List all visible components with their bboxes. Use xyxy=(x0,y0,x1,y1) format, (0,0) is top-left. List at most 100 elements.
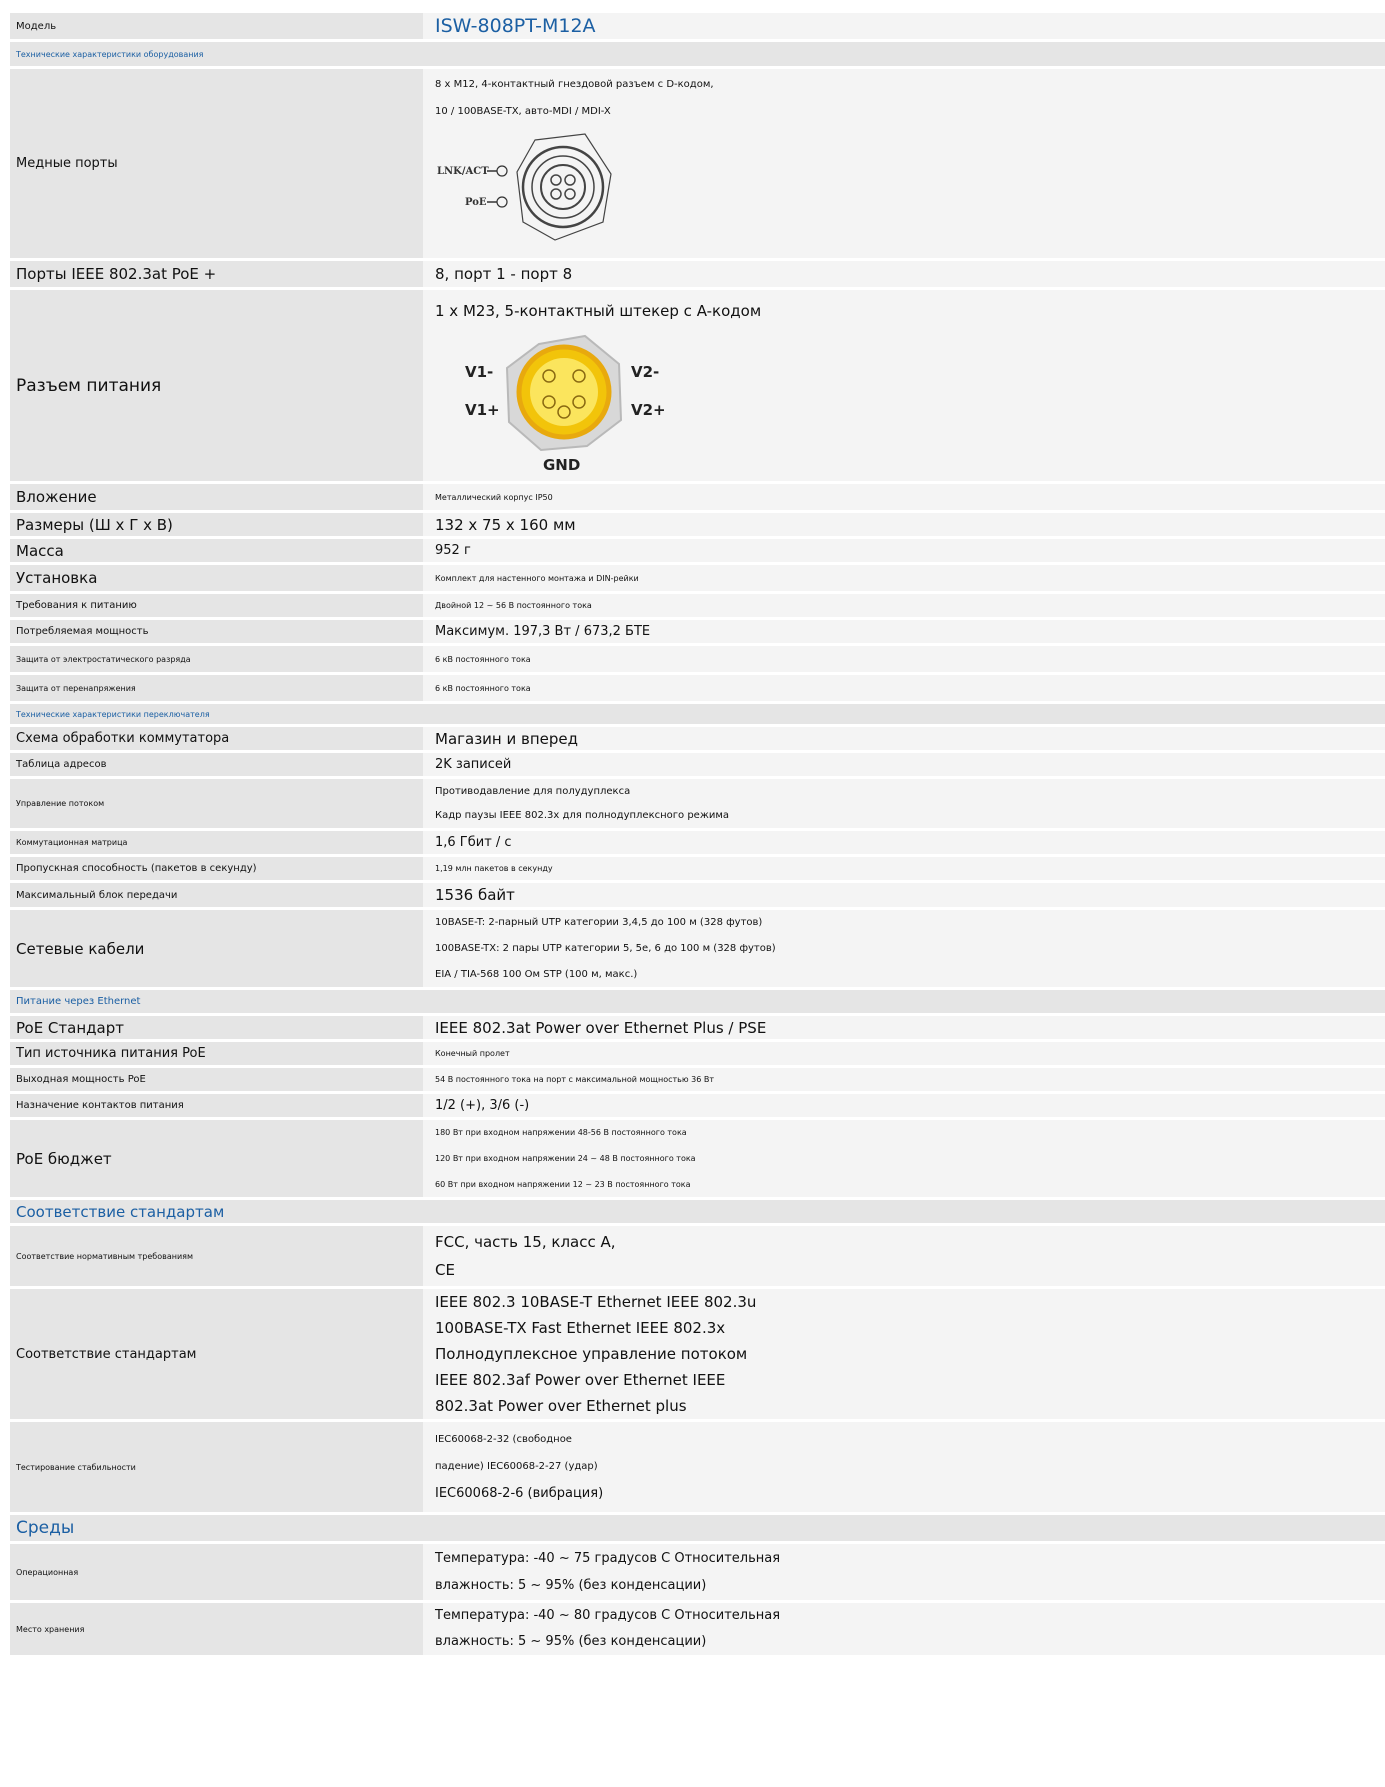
operating-line: Температура: -40 ~ 75 градусов C Относит… xyxy=(435,1551,781,1566)
row-surge: Защита от перенапряжения 6 кВ постоянног… xyxy=(10,675,1385,701)
row-enclosure: Вложение Металлический корпус IP50 xyxy=(10,484,1385,510)
throughput-value: 1,19 млн пакетов в секунду xyxy=(423,857,1385,880)
switch-fabric-label: Коммутационная матрица xyxy=(10,831,423,854)
spec-table: Модель ISW-808PT-M12A Технические характ… xyxy=(10,10,1385,1658)
row-power-consumption: Потребляемая мощность Максимум. 197,3 Вт… xyxy=(10,620,1385,643)
installation-label: Установка xyxy=(10,565,423,591)
operating-line: влажность: 5 ~ 95% (без конденсации) xyxy=(435,1578,707,1593)
lnk-act-label: LNK/ACT xyxy=(437,166,489,177)
operating-label: Операционная xyxy=(10,1544,423,1600)
section-title: Соответствие стандартам xyxy=(10,1200,1385,1223)
copper-line: 8 x M12, 4-контактный гнездовой разъем с… xyxy=(435,79,714,90)
section-environment: Среды xyxy=(10,1515,1385,1541)
section-title: Питание через Ethernet xyxy=(10,990,1385,1013)
cables-line: 10BASE-T: 2-парный UTP категории 3,4,5 д… xyxy=(435,917,763,928)
standards-line: Полнодуплексное управление потоком xyxy=(435,1345,748,1363)
stability-line: IEC60068-2-32 (свободное xyxy=(435,1434,572,1445)
row-poe-ports: Порты IEEE 802.3at PoE + 8, порт 1 - пор… xyxy=(10,261,1385,287)
row-poe-source: Тип источника питания PoE Конечный проле… xyxy=(10,1042,1385,1065)
enclosure-label: Вложение xyxy=(10,484,423,510)
switch-arch-value: Магазин и вперед xyxy=(423,727,1385,750)
dimensions-label: Размеры (Ш x Г x В) xyxy=(10,513,423,536)
poe-output-label: Выходная мощность PoE xyxy=(10,1068,423,1091)
row-poe-output: Выходная мощность PoE 54 В постоянного т… xyxy=(10,1068,1385,1091)
poe-ports-value: 8, порт 1 - порт 8 xyxy=(423,261,1385,287)
poe-budget-label: PoE бюджет xyxy=(10,1120,423,1197)
storage-line: влажность: 5 ~ 95% (без конденсации) xyxy=(435,1634,707,1649)
cables-line: 100BASE-TX: 2 пары UTP категории 5, 5e, … xyxy=(435,943,776,954)
surge-label: Защита от перенапряжения xyxy=(10,675,423,701)
mtu-value: 1536 байт xyxy=(423,883,1385,907)
poe-source-label: Тип источника питания PoE xyxy=(10,1042,423,1065)
row-address-table: Таблица адресов 2K записей xyxy=(10,753,1385,776)
row-cables: Сетевые кабели 10BASE-T: 2-парный UTP ка… xyxy=(10,910,1385,987)
flow-control-line: Кадр паузы IEEE 802.3x для полнодуплексн… xyxy=(435,809,729,821)
power-req-label: Требования к питанию xyxy=(10,594,423,617)
model-value: ISW-808PT-M12A xyxy=(423,13,1385,39)
gnd-label: GND xyxy=(543,456,580,474)
standards-line: 100BASE-TX Fast Ethernet IEEE 802.3x xyxy=(435,1319,726,1337)
power-consumption-label: Потребляемая мощность xyxy=(10,620,423,643)
address-table-label: Таблица адресов xyxy=(10,753,423,776)
esd-label: Защита от электростатического разряда xyxy=(10,646,423,672)
m12-connector-diagram: LNK/ACT PoE xyxy=(437,133,612,241)
poe-budget-line: 180 Вт при входном напряжении 48-56 В по… xyxy=(435,1128,687,1137)
power-connector-label: Разъем питания xyxy=(10,290,423,481)
row-throughput: Пропускная способность (пакетов в секунд… xyxy=(10,857,1385,880)
poe-source-value: Конечный пролет xyxy=(423,1042,1385,1065)
mtu-label: Максимальный блок передачи xyxy=(10,883,423,907)
v2-minus-label: V2- xyxy=(631,363,659,381)
throughput-label: Пропускная способность (пакетов в секунд… xyxy=(10,857,423,880)
model-label: Модель xyxy=(10,13,423,39)
power-req-value: Двойной 12 ~ 56 В постоянного тока xyxy=(423,594,1385,617)
standards-line: IEEE 802.3af Power over Ethernet IEEE xyxy=(435,1371,726,1389)
poe-led-label: PoE xyxy=(465,197,487,208)
switch-arch-label: Схема обработки коммутатора xyxy=(10,727,423,750)
row-switch-fabric: Коммутационная матрица 1,6 Гбит / с xyxy=(10,831,1385,854)
row-esd: Защита от электростатического разряда 6 … xyxy=(10,646,1385,672)
weight-value: 952 г xyxy=(423,539,1385,562)
cables-label: Сетевые кабели xyxy=(10,910,423,987)
row-installation: Установка Комплект для настенного монтаж… xyxy=(10,565,1385,591)
standards-line: 802.3at Power over Ethernet plus xyxy=(435,1397,687,1415)
v2-plus-label: V2+ xyxy=(631,401,666,419)
dimensions-value: 132 x 75 x 160 мм xyxy=(423,513,1385,536)
poe-output-value: 54 В постоянного тока на порт с максимал… xyxy=(423,1068,1385,1091)
section-switch: Технические характеристики переключателя xyxy=(10,704,1385,724)
row-poe-budget: PoE бюджет 180 Вт при входном напряжении… xyxy=(10,1120,1385,1197)
row-regulatory: Соответствие нормативным требованиям FCC… xyxy=(10,1226,1385,1286)
stability-line: IEC60068-2-6 (вибрация) xyxy=(435,1486,604,1501)
flow-control-label: Управление потоком xyxy=(10,779,423,828)
regulatory-line: CE xyxy=(435,1261,455,1279)
row-copper-ports: Медные порты 8 x M12, 4-контактный гнезд… xyxy=(10,69,1385,258)
storage-label: Место хранения xyxy=(10,1603,423,1655)
standards-line: IEEE 802.3 10BASE-T Ethernet IEEE 802.3u xyxy=(435,1293,757,1311)
address-table-value: 2K записей xyxy=(423,753,1385,776)
storage-line: Температура: -40 ~ 80 градусов C Относит… xyxy=(435,1608,781,1623)
esd-value: 6 кВ постоянного тока xyxy=(423,646,1385,672)
switch-fabric-value: 1,6 Гбит / с xyxy=(423,831,1385,854)
row-stability: Тестирование стабильности IEC60068-2-32 … xyxy=(10,1422,1385,1512)
cables-line: EIA / TIA-568 100 Ом STP (100 м, макс.) xyxy=(435,969,638,980)
poe-budget-line: 120 Вт при входном напряжении 24 ~ 48 В … xyxy=(435,1154,696,1163)
row-poe-standard: PoE Стандарт IEEE 802.3at Power over Eth… xyxy=(10,1016,1385,1039)
section-hardware: Технические характеристики оборудования xyxy=(10,42,1385,66)
surge-value: 6 кВ постоянного тока xyxy=(423,675,1385,701)
m12-nut-icon xyxy=(516,133,612,241)
row-pin-assign: Назначение контактов питания 1/2 (+), 3/… xyxy=(10,1094,1385,1117)
weight-label: Масса xyxy=(10,539,423,562)
section-poe: Питание через Ethernet xyxy=(10,990,1385,1013)
poe-budget-line: 60 Вт при входном напряжении 12 ~ 23 В п… xyxy=(435,1180,691,1189)
power-connector-value: 1 x M23, 5-контактный штекер с A-кодом xyxy=(435,302,762,320)
poe-ports-label: Порты IEEE 802.3at PoE + xyxy=(10,261,423,287)
poe-led-icon xyxy=(496,196,508,208)
pin-assign-label: Назначение контактов питания xyxy=(10,1094,423,1117)
poe-standard-value: IEEE 802.3at Power over Ethernet Plus / … xyxy=(423,1016,1385,1039)
regulatory-line: FCC, часть 15, класс A, xyxy=(435,1233,616,1251)
row-power-req: Требования к питанию Двойной 12 ~ 56 В п… xyxy=(10,594,1385,617)
poe-standard-label: PoE Стандарт xyxy=(10,1016,423,1039)
stability-label: Тестирование стабильности xyxy=(10,1422,423,1512)
section-title: Среды xyxy=(10,1515,1385,1541)
v1-minus-label: V1- xyxy=(465,363,493,381)
pin-assign-value: 1/2 (+), 3/6 (-) xyxy=(423,1094,1385,1117)
